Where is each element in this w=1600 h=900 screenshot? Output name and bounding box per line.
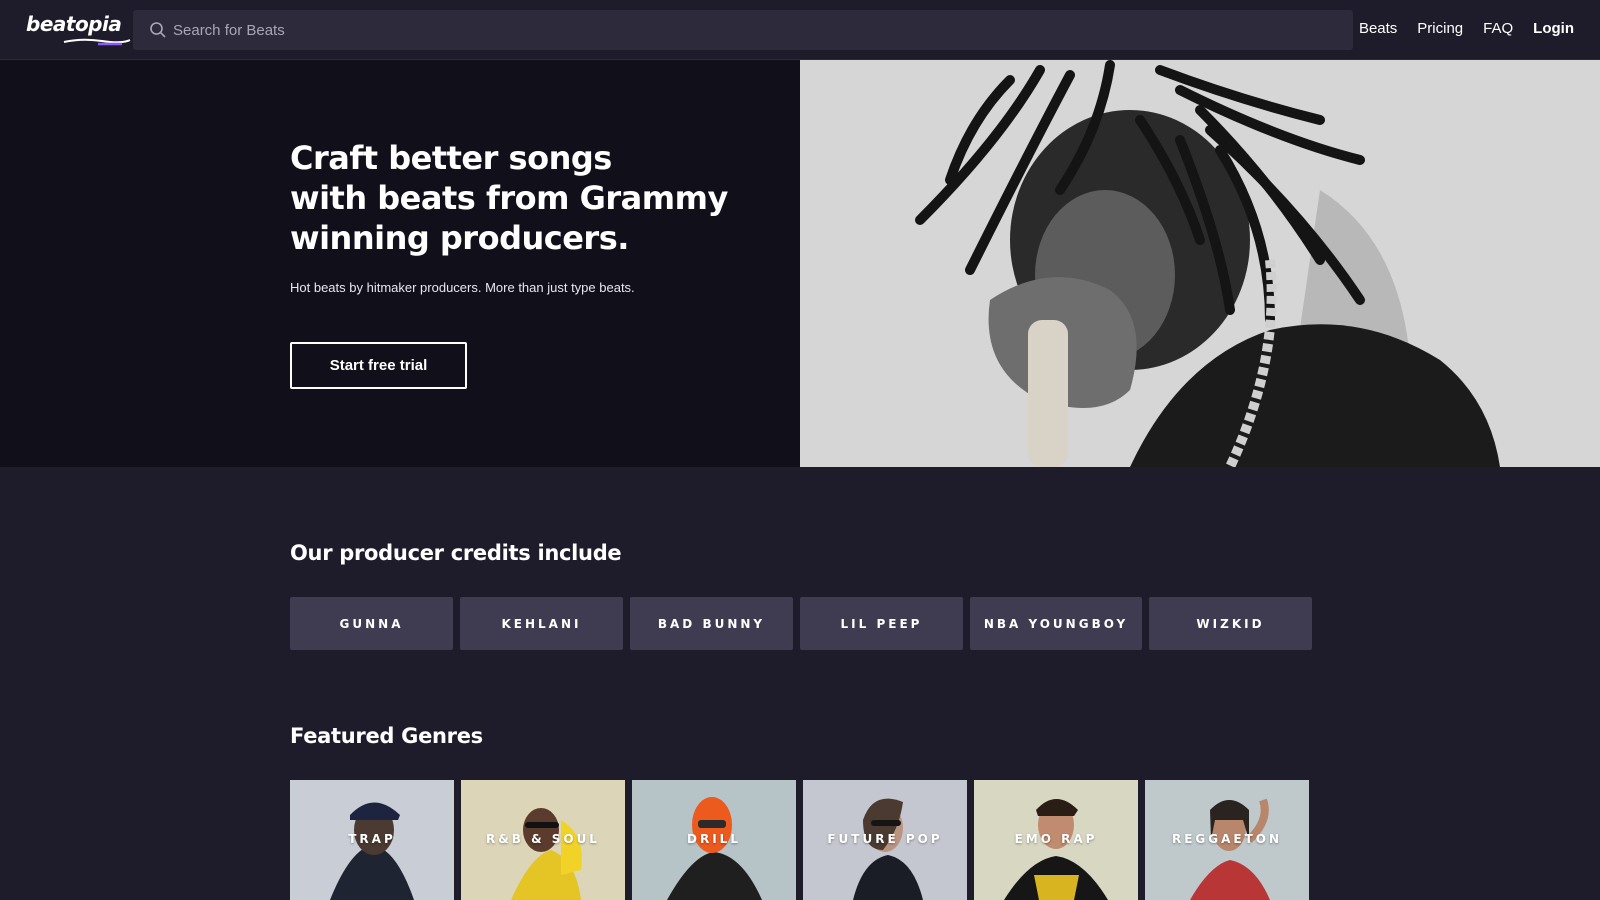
hero-artist-photo — [800, 60, 1600, 467]
main-nav: Beats Pricing FAQ Login — [1339, 20, 1574, 37]
credit-wizkid: WIZKID — [1149, 597, 1312, 650]
search-bar — [133, 10, 1353, 50]
hero-title-line-3: winning producers. — [290, 219, 629, 257]
logo-text: beatopia — [26, 12, 122, 36]
start-free-trial-button[interactable]: Start free trial — [290, 342, 467, 389]
credit-kehlani: KEHLANI — [460, 597, 623, 650]
nav-beats-link[interactable]: Beats — [1359, 20, 1397, 37]
genre-label: TRAP — [348, 832, 396, 846]
logo-swoosh-icon — [63, 38, 131, 46]
genres-section-title: Featured Genres — [290, 724, 483, 748]
genre-label: FUTURE POP — [827, 832, 943, 846]
nav-pricing-link[interactable]: Pricing — [1417, 20, 1463, 37]
credit-lil-peep: LIL PEEP — [800, 597, 963, 650]
genre-card-rnb-soul[interactable]: R&B & SOUL — [461, 780, 625, 900]
genre-label: REGGAETON — [1171, 832, 1283, 846]
credit-gunna: GUNNA — [290, 597, 453, 650]
search-icon — [150, 22, 166, 38]
search-input[interactable] — [173, 10, 1333, 50]
hero-title: Craft better songs with beats from Gramm… — [290, 138, 790, 258]
credits-section-title: Our producer credits include — [290, 541, 622, 565]
genre-card-future-pop[interactable]: FUTURE POP — [803, 780, 967, 900]
credit-nba-youngboy: NBA YOUNGBOY — [970, 597, 1142, 650]
genre-label: R&B & SOUL — [486, 832, 600, 846]
hero-title-line-1: Craft better songs — [290, 139, 612, 177]
nav-login-link[interactable]: Login — [1533, 20, 1574, 37]
genre-label: DRILL — [687, 832, 741, 846]
credit-bad-bunny: BAD BUNNY — [630, 597, 793, 650]
genre-card-emo-rap[interactable]: EMO RAP — [974, 780, 1138, 900]
hero-title-line-2: with beats from Grammy — [290, 179, 728, 217]
genre-card-drill[interactable]: DRILL — [632, 780, 796, 900]
hero-section: Craft better songs with beats from Gramm… — [0, 60, 1600, 467]
nav-faq-link[interactable]: FAQ — [1483, 20, 1513, 37]
genre-card-trap[interactable]: TRAP — [290, 780, 454, 900]
hero-subtitle: Hot beats by hitmaker producers. More th… — [290, 280, 635, 295]
featured-genres-list: TRAP R&B & SOUL DRILL FUTURE POP EMO RAP… — [290, 780, 1316, 900]
genre-label: EMO RAP — [1014, 832, 1098, 846]
beatopia-logo[interactable]: beatopia — [26, 12, 131, 46]
producer-credits-list: GUNNA KEHLANI BAD BUNNY LIL PEEP NBA YOU… — [290, 597, 1319, 650]
top-navigation-bar: beatopia Beats Pricing FAQ Login — [0, 0, 1600, 60]
hero-photo-illustration — [800, 60, 1600, 467]
genre-card-reggaeton[interactable]: REGGAETON — [1145, 780, 1309, 900]
